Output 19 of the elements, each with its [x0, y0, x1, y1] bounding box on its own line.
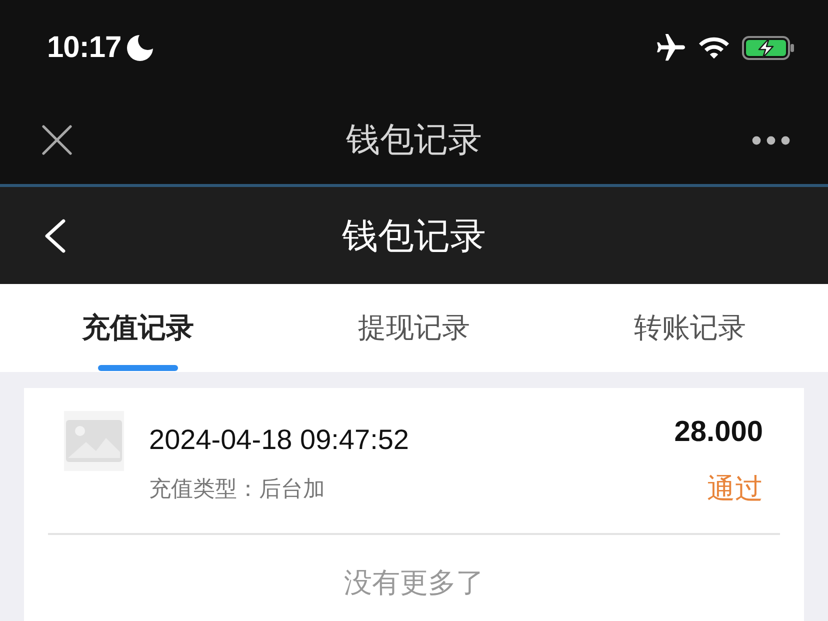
no-more-text: 没有更多了 [344, 566, 484, 600]
record-status: 通过 [707, 472, 763, 506]
wifi-icon [699, 37, 729, 59]
more-icon[interactable] [752, 136, 790, 144]
moon-icon [127, 35, 154, 61]
tab[interactable]: 转账记录 [552, 284, 828, 372]
status-time: 10:17 [47, 30, 122, 66]
tab[interactable]: 提现记录 [276, 284, 552, 372]
browser-title: 钱包记录 [346, 120, 482, 160]
close-icon[interactable] [42, 125, 72, 155]
record-type: 充值类型：后台加 [149, 475, 326, 503]
battery-icon [742, 36, 794, 60]
tab[interactable]: 充值记录 [0, 284, 276, 372]
page-title: 钱包记录 [342, 214, 486, 258]
record-amount: 28.000 [674, 415, 763, 450]
back-icon[interactable] [44, 218, 66, 252]
airplane-icon [656, 34, 686, 62]
image-placeholder-icon [64, 411, 124, 471]
record-datetime: 2024-04-18 09:47:52 [149, 423, 410, 457]
